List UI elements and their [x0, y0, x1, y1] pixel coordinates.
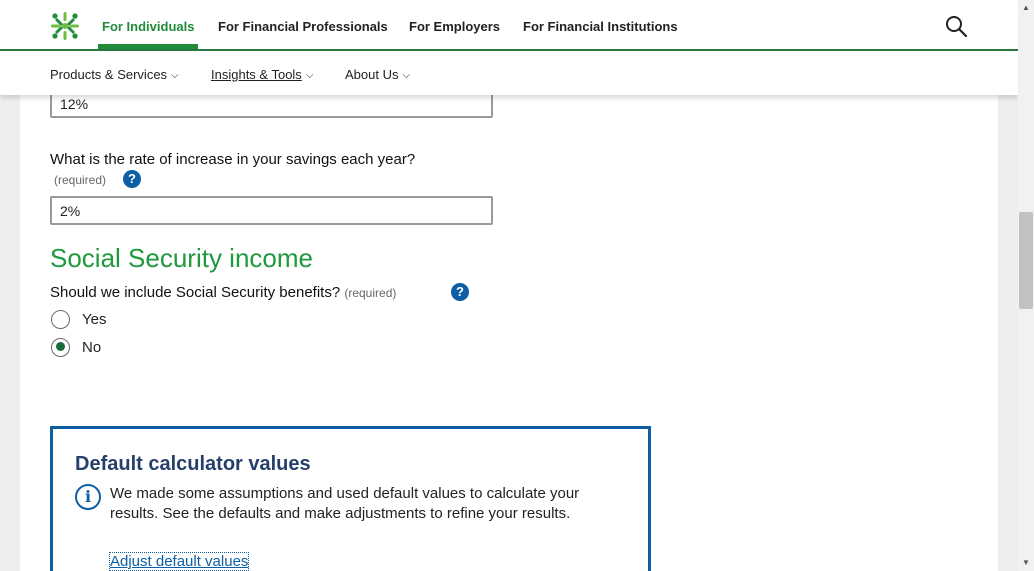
radio-no[interactable] — [51, 337, 70, 357]
default-values-info-box: Default calculator values i We made some… — [50, 426, 651, 571]
info-box-title: Default calculator values — [75, 453, 311, 475]
scroll-up-icon[interactable]: ▲ — [1022, 3, 1030, 12]
nav-for-financial-professionals[interactable]: For Financial Professionals — [218, 19, 388, 34]
savings-increase-required: (required) — [54, 173, 107, 187]
nav-for-financial-institutions[interactable]: For Financial Institutions — [523, 19, 678, 34]
radio-yes[interactable] — [51, 309, 70, 329]
savings-increase-input[interactable]: 2% — [50, 196, 493, 225]
savings-increase-value: 2% — [60, 203, 81, 219]
social-security-question-text: Should we include Social Security benefi… — [50, 284, 341, 301]
radio-yes-label: Yes — [82, 310, 107, 328]
nav-for-individuals[interactable]: For Individuals — [102, 19, 194, 34]
chevron-down-icon: ⌵ — [171, 70, 179, 81]
social-security-required: (required) — [344, 286, 397, 300]
subnav-insights-tools[interactable]: Insights & Tools ⌵ — [211, 67, 313, 82]
info-icon: i — [75, 484, 101, 510]
social-security-question: Should we include Social Security benefi… — [50, 284, 396, 301]
chevron-down-icon: ⌵ — [402, 70, 411, 81]
savings-increase-help-icon[interactable]: ? — [123, 170, 141, 188]
subnav-products-services[interactable]: Products & Services ⌵ — [50, 67, 179, 82]
scrollbar-thumb[interactable] — [1019, 212, 1033, 309]
radio-option-no[interactable]: No — [51, 337, 101, 357]
social-security-heading: Social Security income — [50, 243, 313, 273]
adjust-default-values-link[interactable]: Adjust default values — [108, 552, 250, 571]
chevron-down-icon: ⌵ — [305, 70, 314, 81]
top-navigation: For Individuals For Financial Profession… — [0, 0, 1018, 51]
search-icon[interactable] — [944, 14, 968, 38]
subnav-about-us[interactable]: About Us ⌵ — [345, 67, 410, 82]
nav-for-employers[interactable]: For Employers — [409, 19, 500, 34]
scroll-down-icon[interactable]: ▼ — [1022, 558, 1030, 567]
active-tab-indicator — [98, 44, 198, 49]
savings-increase-question: What is the rate of increase in your sav… — [50, 151, 416, 168]
brand-logo-icon[interactable] — [48, 10, 82, 42]
page-scrollbar[interactable]: ▲ ▼ — [1018, 0, 1034, 571]
social-security-help-icon[interactable]: ? — [451, 283, 469, 301]
subnav-products-services-label: Products & Services — [50, 67, 168, 82]
subnav-insights-tools-label: Insights & Tools — [211, 67, 302, 82]
previous-rate-value: 12% — [60, 96, 89, 112]
info-box-text: We made some assumptions and used defaul… — [110, 485, 580, 522]
radio-no-label: No — [82, 338, 102, 356]
secondary-navigation: Products & Services ⌵ Insights & Tools ⌵ A… — [0, 51, 1018, 95]
radio-option-yes[interactable]: Yes — [51, 309, 106, 329]
subnav-about-us-label: About Us — [345, 67, 399, 82]
